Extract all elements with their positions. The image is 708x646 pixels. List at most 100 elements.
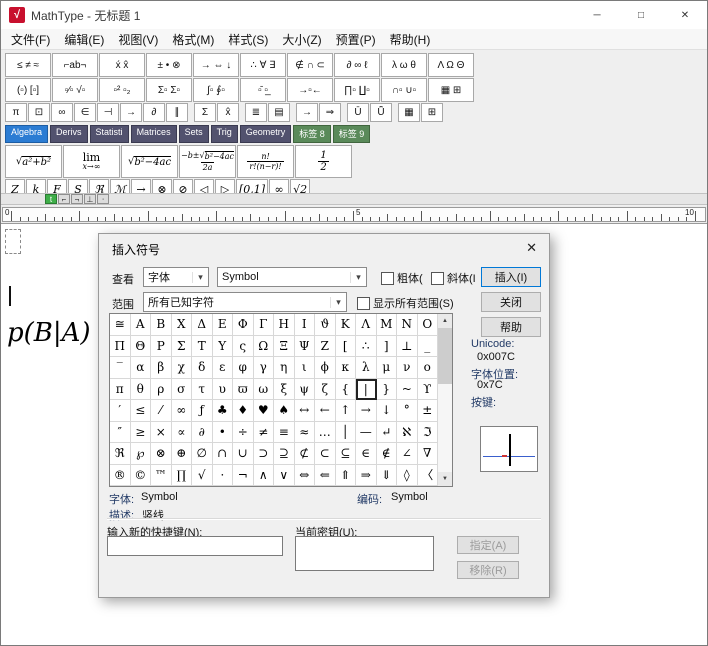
template-palette-8[interactable]: ∏▫ ∐▫: [334, 78, 380, 102]
char-cell-r8-c1[interactable]: ®: [110, 465, 131, 487]
small-bar-button-5[interactable]: ⊣: [97, 103, 119, 122]
char-cell-r5-c8[interactable]: ♥: [254, 400, 275, 422]
char-cell-r2-c13[interactable]: ∴: [356, 336, 377, 358]
char-cell-r5-c13[interactable]: →: [356, 400, 377, 422]
small-bar-button-18[interactable]: ⊞: [421, 103, 443, 122]
preset-formula-3[interactable]: √b²−4ac: [121, 145, 178, 178]
tab-1[interactable]: Algebra: [5, 125, 48, 143]
char-cell-r6-c4[interactable]: ∝: [172, 422, 193, 444]
char-cell-r4-c6[interactable]: υ: [213, 379, 234, 401]
char-cell-r6-c15[interactable]: ℵ: [397, 422, 418, 444]
char-cell-r3-c7[interactable]: φ: [233, 357, 254, 379]
char-cell-r6-c11[interactable]: …: [315, 422, 336, 444]
font-combo[interactable]: Symbol ▾: [217, 267, 367, 287]
char-cell-r3-c16[interactable]: ο: [418, 357, 439, 379]
char-cell-r8-c10[interactable]: ⇔: [295, 465, 316, 487]
small-bar-button-1[interactable]: π: [5, 103, 27, 122]
tab-align-button-5[interactable]: ⋅: [97, 194, 109, 204]
char-cell-r7-c8[interactable]: ⊃: [254, 443, 275, 465]
assign-button[interactable]: 指定(A): [457, 536, 519, 554]
char-cell-r6-c10[interactable]: ≈: [295, 422, 316, 444]
char-cell-r3-c14[interactable]: μ: [377, 357, 398, 379]
remove-button[interactable]: 移除(R): [457, 561, 519, 579]
char-cell-r4-c4[interactable]: σ: [172, 379, 193, 401]
char-cell-r3-c15[interactable]: ν: [397, 357, 418, 379]
symbol-palette-2[interactable]: ⌐ab¬: [52, 53, 98, 77]
char-cell-r8-c13[interactable]: ⇒: [356, 465, 377, 487]
char-cell-r7-c6[interactable]: ∩: [213, 443, 234, 465]
char-cell-r8-c2[interactable]: ©: [131, 465, 152, 487]
tab-align-button-3[interactable]: ¬: [71, 194, 83, 204]
menu-item-8[interactable]: 帮助(H): [383, 29, 438, 50]
char-cell-r3-c1[interactable]: ‾: [110, 357, 131, 379]
char-cell-r5-c6[interactable]: ♣: [213, 400, 234, 422]
char-cell-r1-c8[interactable]: Γ: [254, 314, 275, 336]
char-cell-r7-c5[interactable]: ∅: [192, 443, 213, 465]
char-cell-r6-c2[interactable]: ≥: [131, 422, 152, 444]
char-cell-r4-c12[interactable]: {: [336, 379, 357, 401]
char-cell-r4-c14[interactable]: }: [377, 379, 398, 401]
char-cell-r6-c7[interactable]: ÷: [233, 422, 254, 444]
bold-checkbox[interactable]: 粗体(: [381, 270, 423, 286]
view-mode-combo[interactable]: 字体 ▾: [143, 267, 209, 287]
char-cell-r2-c3[interactable]: Ρ: [151, 336, 172, 358]
char-cell-r8-c14[interactable]: ⇓: [377, 465, 398, 487]
char-cell-r6-c6[interactable]: •: [213, 422, 234, 444]
char-cell-r2-c4[interactable]: Σ: [172, 336, 193, 358]
char-cell-r7-c2[interactable]: ℘: [131, 443, 152, 465]
tab-9[interactable]: 标签 9: [333, 125, 371, 143]
char-cell-r3-c13[interactable]: λ: [356, 357, 377, 379]
char-cell-r5-c3[interactable]: ⁄: [151, 400, 172, 422]
scroll-up-icon[interactable]: ▲: [438, 314, 452, 328]
scroll-down-icon[interactable]: ▼: [438, 472, 452, 486]
char-cell-r4-c5[interactable]: τ: [192, 379, 213, 401]
char-cell-r1-c1[interactable]: ≅: [110, 314, 131, 336]
char-cell-r1-c14[interactable]: Μ: [377, 314, 398, 336]
small-bar-button-2[interactable]: ⊡: [28, 103, 50, 122]
symbol-palette-8[interactable]: ∂ ∞ ℓ: [334, 53, 380, 77]
tab-align-button-2[interactable]: ⌐: [58, 194, 70, 204]
char-cell-r8-c11[interactable]: ⇐: [315, 465, 336, 487]
tab-6[interactable]: Trig: [211, 125, 238, 143]
char-cell-r5-c10[interactable]: ↔: [295, 400, 316, 422]
scrollbar-thumb[interactable]: [438, 328, 452, 384]
show-all-ranges-checkbox[interactable]: 显示所有范围(S): [357, 295, 454, 311]
template-palette-5[interactable]: ∫▫ ∮▫: [193, 78, 239, 102]
current-keys-listbox[interactable]: [295, 536, 434, 571]
char-cell-r5-c12[interactable]: ↑: [336, 400, 357, 422]
char-cell-r3-c8[interactable]: γ: [254, 357, 275, 379]
scrollbar-track[interactable]: [438, 328, 452, 472]
char-cell-r7-c15[interactable]: ∠: [397, 443, 418, 465]
char-cell-r8-c6[interactable]: ⋅: [213, 465, 234, 487]
tab-4[interactable]: Matrices: [131, 125, 177, 143]
small-bar-button-9[interactable]: Σ: [194, 103, 216, 122]
symbol-palette-9[interactable]: λ ω θ: [381, 53, 427, 77]
menu-item-4[interactable]: 格式(M): [165, 29, 221, 50]
char-cell-r8-c12[interactable]: ⇑: [336, 465, 357, 487]
char-cell-r4-c16[interactable]: ϒ: [418, 379, 439, 401]
char-cell-r2-c8[interactable]: Ω: [254, 336, 275, 358]
char-cell-r4-c2[interactable]: θ: [131, 379, 152, 401]
char-cell-r2-c5[interactable]: Τ: [192, 336, 213, 358]
char-cell-r1-c6[interactable]: Ε: [213, 314, 234, 336]
maximize-button[interactable]: □: [619, 1, 663, 29]
insert-button[interactable]: 插入(I): [481, 267, 541, 287]
small-bar-button-3[interactable]: ∞: [51, 103, 73, 122]
menu-item-1[interactable]: 文件(F): [4, 29, 57, 50]
menu-item-2[interactable]: 编辑(E): [57, 29, 111, 50]
preset-formula-6[interactable]: 12: [295, 145, 352, 178]
close-dialog-button[interactable]: 关闭: [481, 292, 541, 312]
char-cell-r6-c13[interactable]: —: [356, 422, 377, 444]
char-cell-r5-c9[interactable]: ♠: [274, 400, 295, 422]
close-button[interactable]: ✕: [663, 1, 707, 29]
symbol-palette-1[interactable]: ≤ ≠ ≈: [5, 53, 51, 77]
char-cell-r4-c7[interactable]: ϖ: [233, 379, 254, 401]
char-cell-r3-c9[interactable]: η: [274, 357, 295, 379]
menu-item-6[interactable]: 大小(Z): [275, 29, 328, 50]
char-cell-r8-c9[interactable]: ∨: [274, 465, 295, 487]
small-bar-button-17[interactable]: ▦: [398, 103, 420, 122]
tab-7[interactable]: Geometry: [240, 125, 292, 143]
char-cell-r1-c5[interactable]: Δ: [192, 314, 213, 336]
tab-align-button-1[interactable]: t: [45, 194, 57, 204]
char-cell-r1-c4[interactable]: Χ: [172, 314, 193, 336]
